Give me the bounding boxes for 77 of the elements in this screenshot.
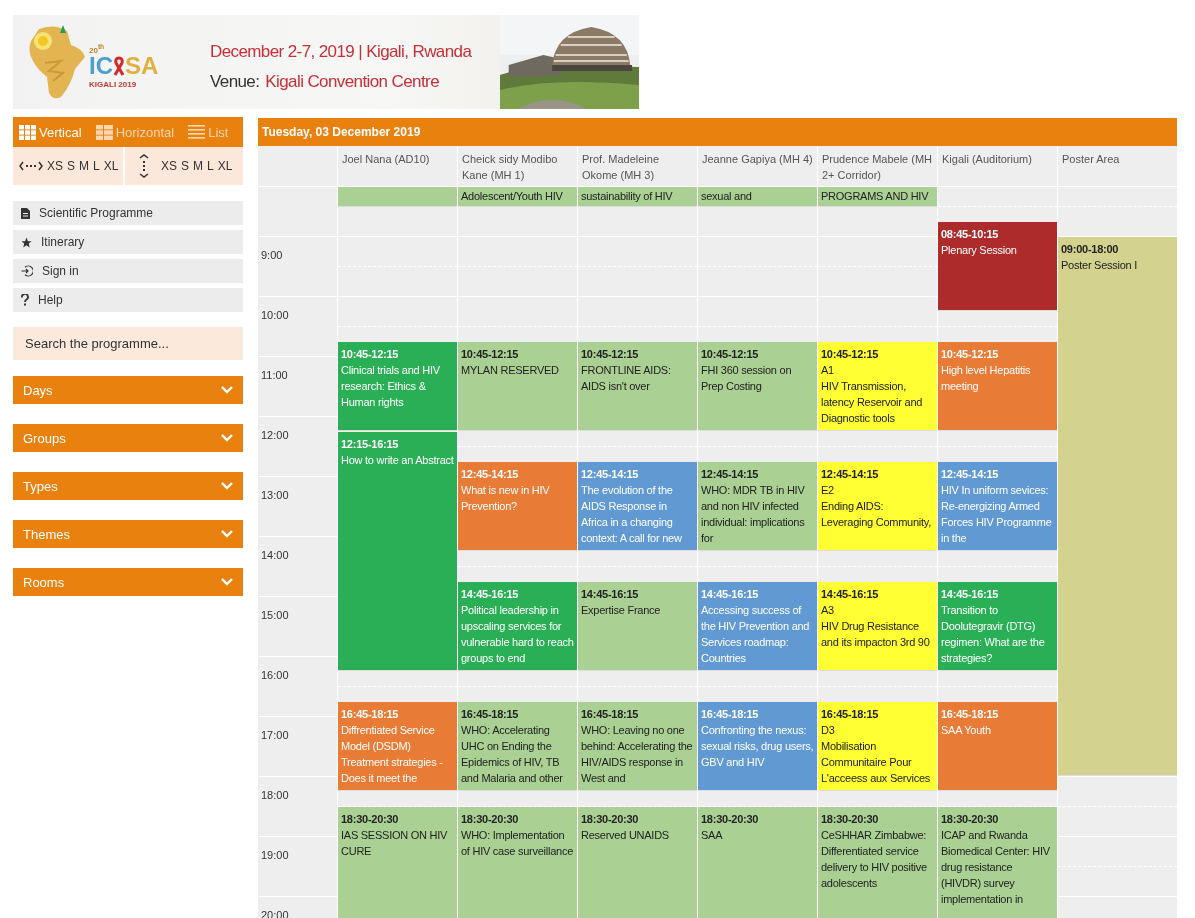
logo-city: KIGALI 2019	[89, 80, 138, 90]
size-link[interactable]: M	[79, 159, 90, 173]
session-block[interactable]: 10:45-12:15 MYLAN RESERVED	[458, 342, 577, 431]
time-label: 11:00	[261, 369, 288, 381]
session-block[interactable]: 18:30-20:30 CeSHHAR Zimbabwe: Differentiated service delivery to HIV positive adolescents	[818, 807, 937, 918]
menu-label[interactable]: Scientific Programme	[39, 206, 154, 220]
sign-in-icon	[21, 265, 33, 277]
session-block[interactable]	[338, 187, 457, 207]
time-label: 13:00	[261, 489, 289, 501]
chevron-down-icon	[221, 578, 233, 586]
session-block[interactable]: 14:45-16:15 A3 HIV Drug Resistance and its impacton 3rd 90	[818, 582, 937, 671]
session-block[interactable]: 16:45-18:15 D3 Mobilisation Communitaire Pour L'acceess aux Services	[818, 702, 937, 791]
rows-icon	[95, 124, 113, 140]
star-icon	[21, 236, 32, 248]
venue-name: Kigali Convention Centre	[265, 71, 439, 93]
time-label: 18:00	[261, 789, 289, 801]
chevron-down-icon	[221, 386, 233, 394]
time-label: 17:00	[261, 729, 289, 741]
size-link[interactable]: S	[181, 159, 190, 173]
venue-label: Venue:	[210, 71, 260, 93]
menu-item[interactable]: Itinerary	[13, 230, 243, 254]
session-block[interactable]: 10:45-12:15 A1 HIV Transmission, latency Reservoir and Diagnostic tools	[818, 342, 937, 431]
size-link[interactable]: XL	[103, 159, 119, 173]
session-block[interactable]: 16:45-18:15 WHO: Leaving no one behind: Accelerating the HIV/AIDS response in West and	[578, 702, 697, 791]
menu-item[interactable]: Scientific Programme	[13, 201, 243, 225]
logo-ordinal: 20$^{th}$	[89, 42, 106, 55]
chevron-down-icon	[221, 482, 233, 490]
horizontal-resize-icon	[19, 161, 43, 171]
logo-text: IC	[89, 54, 113, 79]
menu-label[interactable]: Sign in	[42, 264, 79, 278]
time-label: 19:00	[261, 849, 289, 861]
size-link[interactable]: S	[67, 159, 76, 173]
session-block[interactable]: sexual and	[698, 187, 817, 207]
event-dates: December 2-7, 2019 | Kigali, Rwanda	[210, 41, 472, 63]
session-block[interactable]: 16:45-18:15 WHO: Accelerating UHC on Ending the Epidemics of HIV, TB and Malaria and other	[458, 702, 577, 791]
session-block[interactable]: 12:45-14:15 WHO: MDR TB in HIV and non HIV infected individual: implications for	[698, 462, 817, 551]
logo-text: SA	[125, 54, 159, 79]
help-icon	[21, 294, 29, 306]
search-field[interactable]: Search the programme...	[13, 327, 243, 360]
session-block[interactable]: 10:45-12:15 FRONTLINE AIDS: AIDS isn't over	[578, 342, 697, 431]
time-label: 9:00	[261, 249, 283, 261]
menu-item[interactable]: Help	[13, 288, 243, 312]
size-link[interactable]: XS	[161, 159, 177, 173]
document-icon	[21, 207, 30, 219]
menu-label[interactable]: Help	[38, 293, 63, 307]
session-block[interactable]: 18:30-20:30 ICAP and Rwanda Biomedical Center: HIV drug resistance (HIVDR) survey implementation in	[938, 807, 1057, 918]
chevron-down-icon	[221, 434, 233, 442]
size-link[interactable]: M	[193, 159, 204, 173]
session-block[interactable]: 18:30-20:30 WHO: Implementation of HIV case surveillance	[458, 807, 577, 918]
menu-item[interactable]: Sign in	[13, 259, 243, 283]
columns-icon	[19, 124, 36, 140]
session-block[interactable]: 18:30-20:30 IAS SESSION ON HIV CURE	[338, 807, 457, 918]
session-block[interactable]: 08:45-10:15 Plenary Session	[938, 222, 1057, 311]
session-block[interactable]: 10:45-12:15 FHI 360 session on Prep Costing	[698, 342, 817, 431]
session-block[interactable]: 09:00-18:00 Poster Session I	[1058, 237, 1177, 776]
session-block[interactable]: PROGRAMS AND HIV	[818, 187, 937, 207]
size-link[interactable]: L	[207, 159, 214, 173]
size-link[interactable]: XS	[47, 159, 63, 173]
time-label: 14:00	[261, 549, 289, 561]
size-link[interactable]: XL	[217, 159, 233, 173]
session-block[interactable]: 12:45-14:15 E2 Ending AIDS: Leveraging Community,	[818, 462, 937, 551]
session-block[interactable]: 14:45-16:15 Expertise France	[578, 582, 697, 671]
session-block[interactable]: 18:30-20:30 Reserved UNAIDS	[578, 807, 697, 918]
vertical-resize-icon	[139, 154, 149, 178]
chevron-down-icon	[221, 530, 233, 538]
session-block[interactable]: 18:30-20:30 SAA	[698, 807, 817, 918]
ribbon-icon	[113, 56, 125, 77]
time-label: 10:00	[261, 309, 289, 321]
size-link[interactable]: L	[93, 159, 100, 173]
time-label: 15:00	[261, 609, 289, 621]
session-block[interactable]: sustainability of HIV	[578, 187, 697, 207]
time-label: 12:00	[261, 429, 289, 441]
list-icon	[188, 125, 206, 139]
day-title: Tuesday, 03 December 2019	[258, 118, 1177, 146]
session-block[interactable]: Adolescent/Youth HIV	[458, 187, 577, 207]
time-label: 16:00	[261, 669, 289, 681]
menu-label[interactable]: Itinerary	[41, 235, 85, 249]
